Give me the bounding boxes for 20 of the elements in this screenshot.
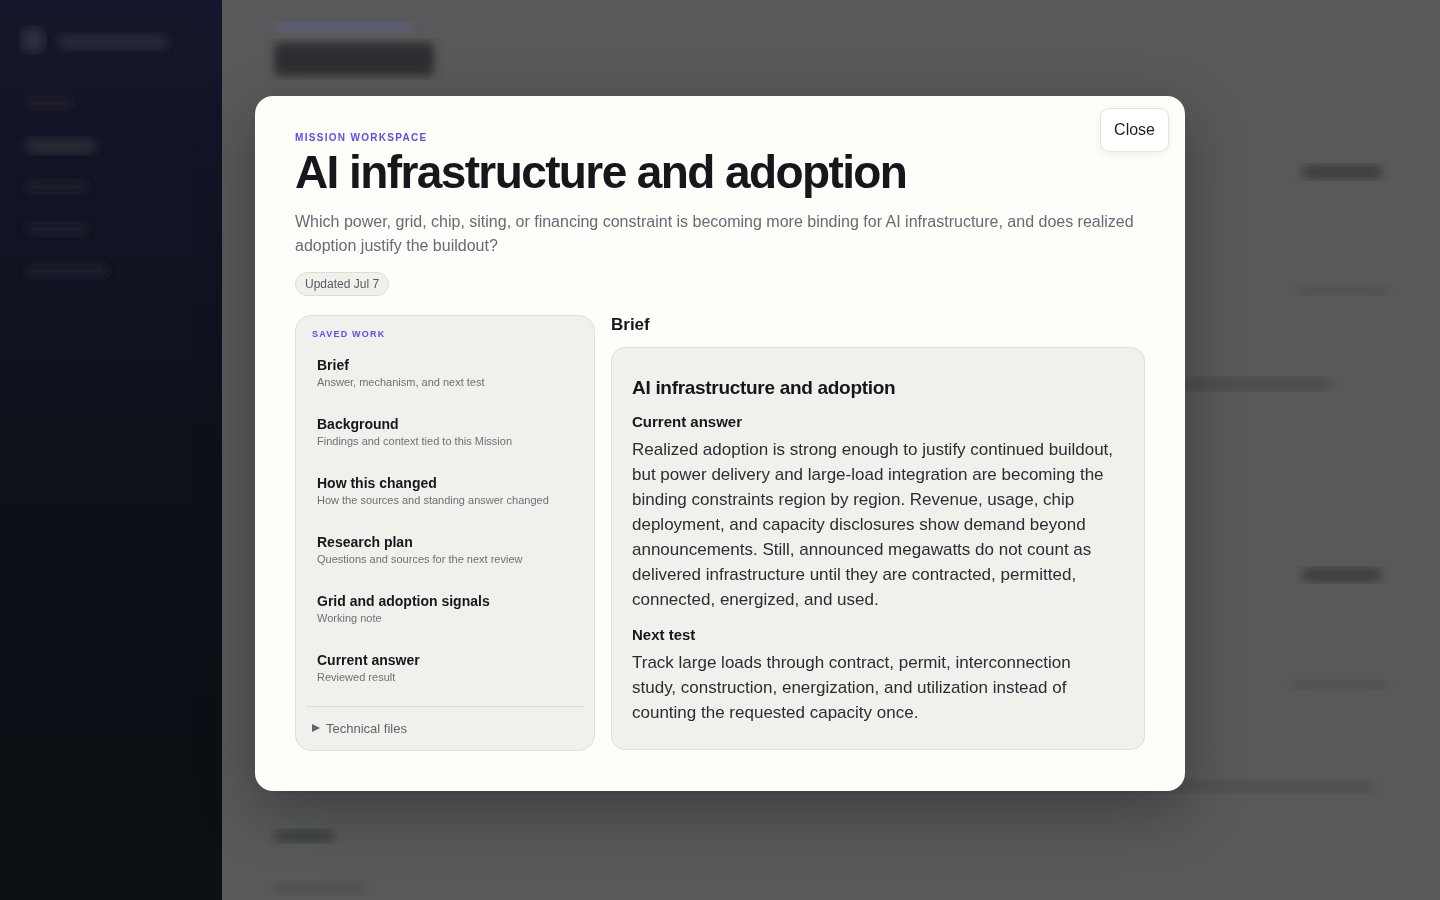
saved-work-item[interactable]: Research plan Questions and sources for the next review [306,533,584,593]
content-heading: Brief [611,314,651,335]
brief-section-heading: Next test [632,625,697,643]
dialog-title: AI infrastructure and adoption [295,147,908,198]
brief-paragraph: Track large loads through contract, permit, interconnection study, construction, energization, and utilization instead of counting the requested capacity once. [632,651,1072,724]
saved-work-item[interactable]: Grid and adoption signals Working note [306,592,584,652]
mission-description: Which power, grid, chip, siting, or financing constraint is becoming more binding for AI infrastructure, and does realized adoption justify the buildout? [295,211,1135,256]
saved-work-item[interactable]: Current answer Reviewed result [306,651,584,711]
dialog-eyebrow: MISSION WORKSPACE [295,132,429,143]
section-heading: SAVED WORK [311,328,387,339]
triangle-icon [312,724,320,733]
saved-work-item[interactable]: How this changed How the sources and standing answer changed [306,474,584,534]
updated-badge: Updated Jul 7 [295,271,390,296]
saved-work-item[interactable]: Background Findings and context tied to this Mission [306,415,584,475]
technical-files-toggle[interactable]: Technical files [306,720,584,736]
brief-title: AI infrastructure and adoption [632,376,897,399]
saved-work-item[interactable]: Brief Answer, mechanism, and next test [306,356,584,416]
brief-paragraph: Realized adoption is strong enough to justify continued buildout, but power delivery and large-load integration are becoming the binding constraints region by region. Revenue, usage, chip deployment, and capacity disclosures show demand beyond announcements. Still, announced megawatts do not count as delivered infrastructure until they are contracted, permitted, connected, energized, and used. [632,438,1115,611]
close-button[interactable]: Close [1100,108,1169,152]
brief-section-heading: Current answer [632,412,744,430]
